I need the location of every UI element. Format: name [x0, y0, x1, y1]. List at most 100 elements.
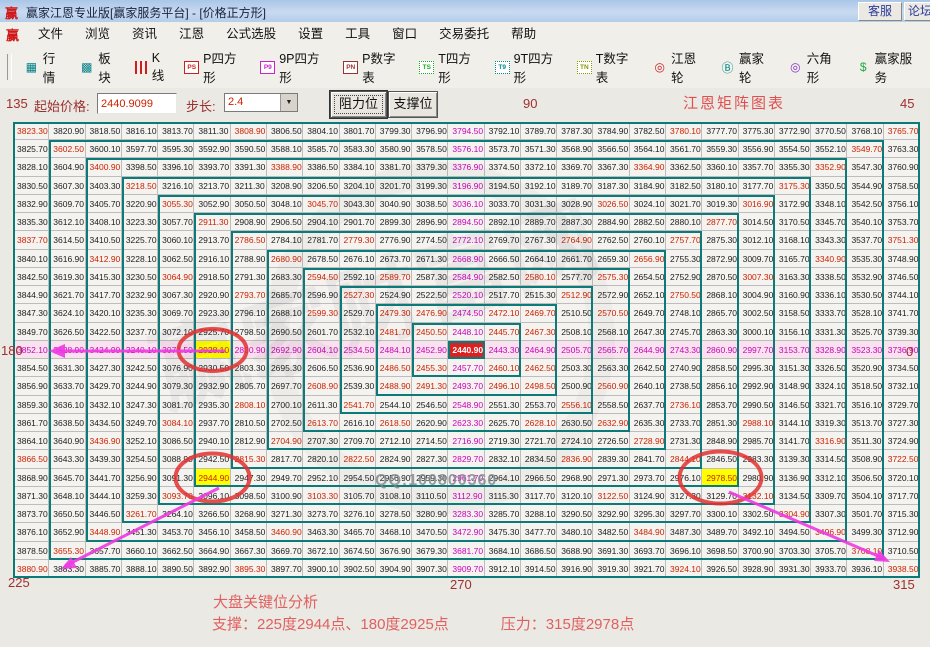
- toolbar-item[interactable]: ▦行情: [24, 48, 67, 86]
- toolbar-item[interactable]: TST四方形: [419, 48, 482, 86]
- grid-cell: 3664.90: [194, 542, 230, 560]
- menu-item-7[interactable]: 工具: [334, 23, 381, 46]
- toolbar-item[interactable]: TNT数字表: [577, 48, 640, 86]
- forum-button[interactable]: 论坛: [904, 2, 930, 21]
- support-button[interactable]: 支撑位: [388, 91, 438, 118]
- grid-cell: 3177.70: [739, 177, 775, 195]
- grid-cell: 2455.30: [412, 359, 448, 377]
- resistance-button[interactable]: 阻力位: [330, 91, 387, 118]
- start-price-input[interactable]: [97, 93, 177, 114]
- grid-cell: 3556.90: [739, 140, 775, 158]
- grid-cell: 3168.10: [775, 231, 811, 249]
- grid-cell: 3242.50: [122, 359, 158, 377]
- menu-item-1[interactable]: 文件: [27, 23, 74, 46]
- grid-cell: 2556.10: [557, 396, 593, 414]
- grid-cell: 2472.10: [485, 304, 521, 322]
- grid-cell: 2760.10: [630, 231, 666, 249]
- grid-cell: 3679.30: [412, 542, 448, 560]
- grid-cell: 2644.90: [630, 341, 666, 359]
- grid-cell: 3576.10: [448, 140, 484, 158]
- toolbar-item[interactable]: K线: [135, 51, 172, 84]
- grid-cell: 2942.50: [194, 450, 230, 468]
- grid-cell: 2659.30: [593, 250, 629, 268]
- menu-items: 文件浏览资讯江恩公式选股设置工具窗口交易委托帮助: [27, 23, 547, 46]
- toolbar-item-label: P四方形: [203, 48, 248, 86]
- grid-cell: 3472.90: [448, 523, 484, 541]
- toolbar-item[interactable]: $赢家服务: [856, 48, 924, 86]
- grid-cell: 3033.70: [485, 195, 521, 213]
- menu-item-9[interactable]: 交易委托: [428, 23, 500, 46]
- winner-service-icon: $: [856, 60, 871, 74]
- grid-cell: 2846.50: [702, 450, 738, 468]
- grid-cell: 2863.30: [702, 323, 738, 341]
- grid-cell: 3789.70: [521, 122, 557, 140]
- grid-cell: 3062.50: [158, 250, 194, 268]
- toolbar-item[interactable]: ◎六角形: [788, 48, 844, 86]
- toolbar-item[interactable]: Ⓑ赢家轮: [720, 48, 776, 86]
- grid-cell: 3271.30: [267, 505, 303, 523]
- grid-cell: 2491.30: [412, 377, 448, 395]
- grid-cell: 3516.10: [847, 396, 883, 414]
- grid-cell: 2901.70: [340, 213, 376, 231]
- grid-cell: 3674.50: [340, 542, 376, 560]
- menu-item-4[interactable]: 江恩: [168, 23, 215, 46]
- grid-cell: 3518.50: [847, 377, 883, 395]
- grid-cell: 3619.30: [49, 268, 85, 286]
- grid-cell: 2810.50: [231, 414, 267, 432]
- grid-cell: 2856.10: [702, 377, 738, 395]
- grid-cell: 2726.50: [593, 432, 629, 450]
- menu-item-5[interactable]: 公式选股: [215, 23, 287, 46]
- toolbar-item[interactable]: PNP数字表: [343, 48, 407, 86]
- toolbar-item[interactable]: PS P四方形: [184, 48, 248, 86]
- grid-cell: 3816.10: [122, 122, 158, 140]
- grid-cell: 3660.10: [122, 542, 158, 560]
- grid-cell: 3511.30: [847, 432, 883, 450]
- step-dropdown[interactable]: 2.4 ▼: [224, 93, 298, 112]
- grid-cell: 3088.90: [158, 450, 194, 468]
- grid-cell: 3336.10: [811, 286, 847, 304]
- grid-cell: 2457.70: [448, 359, 484, 377]
- toolbar-item-label: T四方形: [438, 48, 483, 86]
- grid-cell: 2853.70: [702, 396, 738, 414]
- grid-cell: 3813.70: [158, 122, 194, 140]
- grid-cell: 2860.90: [702, 341, 738, 359]
- analysis-line: 支撑：225度2944点、180度2925点压力：315度2978点: [212, 613, 634, 634]
- grid-cell: 2740.90: [666, 359, 702, 377]
- grid-cell: 3165.70: [775, 250, 811, 268]
- grid-cell: 3232.90: [122, 286, 158, 304]
- toolbar-item[interactable]: T99T四方形: [495, 48, 565, 86]
- toolbar-item[interactable]: P99P四方形: [260, 48, 331, 86]
- menu-item-2[interactable]: 浏览: [74, 23, 121, 46]
- grid-cell: 3504.10: [847, 487, 883, 505]
- toolbar-item[interactable]: ◎江恩轮: [652, 48, 708, 86]
- grid-cell: 2827.30: [412, 450, 448, 468]
- grid-cell: 2587.30: [412, 268, 448, 286]
- grid-cell: 3048.10: [267, 195, 303, 213]
- grid-cell: 3115.30: [485, 487, 521, 505]
- grid-cell: 3379.30: [412, 158, 448, 176]
- grid-cell: 3765.70: [884, 122, 920, 140]
- menu-item-8[interactable]: 窗口: [381, 23, 428, 46]
- toolbar-item[interactable]: ▩板块: [79, 48, 122, 86]
- grid-cell: 2844.10: [666, 450, 702, 468]
- grid-cell: 3470.50: [412, 523, 448, 541]
- grid-cell: 3919.30: [593, 560, 629, 578]
- grid-cell: 3096.10: [194, 487, 230, 505]
- menu-item-10[interactable]: 帮助: [500, 23, 547, 46]
- grid-cell: 3321.70: [811, 396, 847, 414]
- menu-item-6[interactable]: 设置: [287, 23, 334, 46]
- grid-cell: 2997.70: [739, 341, 775, 359]
- grid-cell: 2757.70: [666, 231, 702, 249]
- grid-cell: 2882.50: [630, 213, 666, 231]
- grid-cell: 2995.30: [739, 359, 775, 377]
- grid-cell: 3256.90: [122, 469, 158, 487]
- grid-cell: 3808.90: [231, 122, 267, 140]
- grid-cell: 3355.30: [775, 158, 811, 176]
- grid-cell: 2961.70: [448, 469, 484, 487]
- p-square-icon: PS: [184, 61, 199, 74]
- chevron-down-icon[interactable]: ▼: [280, 94, 297, 111]
- menu-item-3[interactable]: 资讯: [121, 23, 168, 46]
- customer-service-button[interactable]: 客服: [858, 2, 902, 21]
- grid-cell: 3868.90: [13, 469, 49, 487]
- grid-cell: 2935.30: [194, 396, 230, 414]
